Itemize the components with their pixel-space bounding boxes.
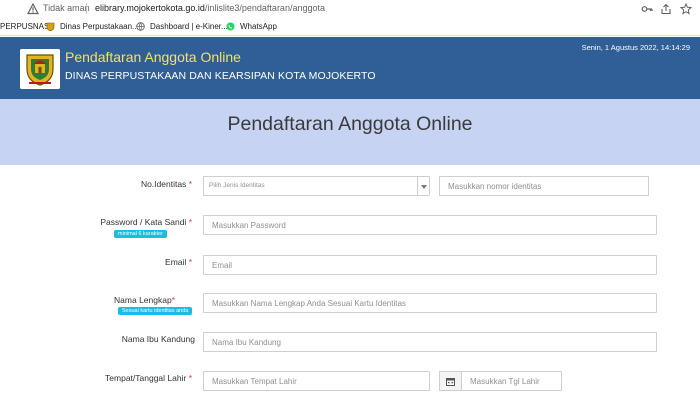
page-title: Pendaftaran Anggota Online bbox=[227, 113, 473, 135]
whatsapp-icon bbox=[226, 22, 235, 31]
mother-name-label: Nama Ibu Kandung bbox=[122, 334, 195, 344]
bookmark-label: WhatsApp bbox=[240, 22, 277, 31]
url-path: /inlislite3/pendaftaran/anggota bbox=[204, 3, 325, 13]
bookmark-perpusnas[interactable]: PERPUSNAS bbox=[0, 22, 49, 31]
email-label: Email * bbox=[165, 257, 192, 267]
page-banner: Pendaftaran Anggota Online bbox=[0, 99, 700, 165]
required-mark: * bbox=[188, 373, 192, 383]
identity-number-placeholder: Masukkan nomor identitas bbox=[448, 182, 542, 191]
password-placeholder: Masukkan Password bbox=[212, 221, 286, 230]
required-mark: * bbox=[188, 179, 192, 189]
full-name-label: Nama Lengkap* bbox=[114, 295, 175, 305]
bookmark-label: Dashboard | e-Kiner... bbox=[150, 22, 228, 31]
site-title[interactable]: Pendaftaran Anggota Online bbox=[65, 49, 241, 65]
identity-type-placeholder: Pilih Jenis Identitas bbox=[209, 182, 265, 189]
browser-address-bar: Tidak aman elibrary.mojokertokota.go.id/… bbox=[0, 0, 700, 18]
url-field[interactable]: elibrary.mojokertokota.go.id/inlislite3/… bbox=[95, 3, 325, 13]
url-domain: elibrary.mojokertokota.go.id bbox=[95, 3, 205, 13]
calendar-addon[interactable] bbox=[439, 371, 461, 391]
key-icon[interactable] bbox=[641, 3, 653, 15]
identity-label: No.Identitas * bbox=[141, 179, 192, 189]
email-label-text: Email bbox=[165, 257, 187, 267]
bookmark-star-icon[interactable] bbox=[680, 3, 692, 15]
share-icon[interactable] bbox=[660, 3, 672, 15]
required-mark: * bbox=[171, 295, 175, 305]
password-hint-badge: minimal 6 karakter bbox=[114, 230, 167, 238]
password-label-text: Password / Kata Sandi bbox=[100, 217, 187, 227]
site-header: Pendaftaran Anggota Online DINAS PERPUST… bbox=[0, 37, 700, 99]
required-mark: * bbox=[188, 257, 192, 267]
mother-name-input[interactable]: Nama Ibu Kandung bbox=[203, 332, 657, 352]
address-separator bbox=[86, 3, 87, 14]
identity-label-text: No.Identitas bbox=[140, 179, 187, 189]
identity-number-input[interactable]: Masukkan nomor identitas bbox=[439, 176, 649, 196]
full-name-placeholder: Masukkan Nama Lengkap Anda Sesuai Kartu … bbox=[212, 299, 406, 308]
birth-date-placeholder: Masukkan Tgl Lahir bbox=[470, 377, 540, 386]
site-subtitle: DINAS PERPUSTAKAAN DAN KEARSIPAN KOTA MO… bbox=[65, 70, 376, 82]
security-status[interactable]: Tidak aman bbox=[43, 3, 90, 13]
identity-type-select[interactable]: Pilih Jenis Identitas bbox=[203, 176, 430, 196]
bookmark-dinas-perpustakaan[interactable]: Dinas Perpustakaan... bbox=[46, 22, 139, 31]
password-input[interactable]: Masukkan Password bbox=[203, 215, 657, 235]
full-name-input[interactable]: Masukkan Nama Lengkap Anda Sesuai Kartu … bbox=[203, 293, 657, 313]
mother-name-placeholder: Nama Ibu Kandung bbox=[212, 338, 281, 347]
calendar-icon bbox=[446, 378, 455, 386]
email-placeholder: Email bbox=[212, 261, 233, 270]
birth-place-placeholder: Masukkan Tempat Lahir bbox=[212, 377, 297, 386]
email-input[interactable]: Email bbox=[203, 255, 657, 275]
birth-label: Tempat/Tanggal Lahir * bbox=[105, 373, 192, 383]
kota-mojokerto-logo bbox=[20, 49, 60, 89]
bookmark-dashboard-ekinerja[interactable]: Dashboard | e-Kiner... bbox=[136, 22, 228, 31]
birth-place-input[interactable]: Masukkan Tempat Lahir bbox=[203, 371, 430, 391]
mother-name-label-text: Nama Ibu Kandung bbox=[121, 334, 195, 344]
birth-date-input[interactable]: Masukkan Tgl Lahir bbox=[461, 371, 562, 391]
chevron-down-icon[interactable] bbox=[417, 177, 429, 195]
password-label: Password / Kata Sandi * bbox=[100, 217, 192, 227]
current-datetime: Senin, 1 Agustus 2022, 14:14:29 bbox=[581, 43, 690, 52]
full-name-hint-badge: Sesuai kartu identitas anda bbox=[118, 307, 193, 315]
warning-icon[interactable] bbox=[27, 3, 39, 15]
bookmarks-bar: PERPUSNAS Dinas Perpustakaan... Dashboar… bbox=[0, 18, 700, 36]
globe-icon bbox=[136, 22, 145, 31]
required-mark: * bbox=[188, 217, 192, 227]
birth-label-text: Tempat/Tanggal Lahir bbox=[105, 373, 187, 383]
crest-icon bbox=[46, 22, 55, 31]
bookmark-whatsapp[interactable]: WhatsApp bbox=[226, 22, 277, 31]
bookmark-label: Dinas Perpustakaan... bbox=[60, 22, 139, 31]
full-name-label-text: Nama Lengkap bbox=[114, 295, 172, 305]
bookmark-label: PERPUSNAS bbox=[0, 22, 50, 31]
